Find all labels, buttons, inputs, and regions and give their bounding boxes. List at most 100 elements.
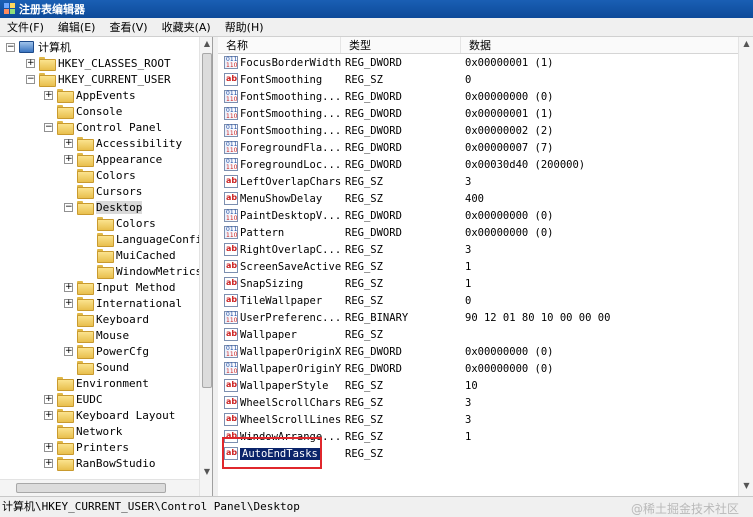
tree-node[interactable]: + HKEY_CLASSES_ROOT — [26, 55, 171, 71]
regedit-icon — [4, 3, 16, 15]
value-row[interactable]: FontSmoothing... REG_DWORD 0x00000000 (0) — [218, 88, 738, 105]
value-row[interactable]: Wallpaper REG_SZ — [218, 326, 738, 343]
value-row[interactable]: WheelScrollLines REG_SZ 3 — [218, 411, 738, 428]
status-bar: 计算机\HKEY_CURRENT_USER\Control Panel\Desk… — [0, 496, 753, 517]
expand-icon[interactable]: + — [44, 458, 53, 468]
tree-node[interactable]: + International — [64, 295, 182, 311]
tree-node[interactable]: Network — [44, 423, 122, 439]
menu-item[interactable]: 编辑(E) — [51, 18, 103, 37]
expand-icon[interactable]: + — [64, 282, 73, 292]
value-list[interactable]: 名称 类型 数据 FocusBorderWidth REG_DWORD 0x0000… — [218, 37, 753, 496]
value-row[interactable]: Pattern REG_DWORD 0x00000000 (0) — [218, 224, 738, 241]
value-row[interactable]: UserPreferenc... REG_BINARY 90 12 01 80 10… — [218, 309, 738, 326]
expand-icon[interactable]: + — [44, 442, 53, 452]
tree-node[interactable]: + EUDC — [44, 391, 103, 407]
value-name: ForegroundLoc... — [240, 158, 341, 171]
value-row[interactable]: TileWallpaper REG_SZ 0 — [218, 292, 738, 309]
value-data: 0x00000000 (0) — [465, 226, 554, 239]
value-row[interactable]: PaintDesktopV... REG_DWORD 0x00000000 (0) — [218, 207, 738, 224]
expand-icon[interactable]: + — [64, 298, 73, 308]
string-value-icon — [224, 192, 238, 205]
tree-hscroll-thumb[interactable] — [16, 483, 166, 493]
value-row[interactable]: ScreenSaveActive REG_SZ 1 — [218, 258, 738, 275]
menu-bar: 文件(F) 编辑(E) 查看(V) 收藏夹(A) 帮助(H) — [0, 18, 753, 37]
expand-icon[interactable]: + — [44, 90, 53, 100]
tree-node[interactable]: Colors — [64, 167, 136, 183]
key-tree[interactable]: + RanBowStudio + Printers Network + Keyboard L… — [0, 37, 213, 496]
tree-node[interactable]: Mouse — [64, 327, 129, 343]
value-row[interactable]: FontSmoothing... REG_DWORD 0x00000001 (1) — [218, 105, 738, 122]
tree-node[interactable]: − Control Panel — [44, 119, 162, 135]
tree-node[interactable]: Keyboard — [64, 311, 149, 327]
tree-node[interactable]: + AppEvents — [44, 87, 136, 103]
menu-item[interactable]: 帮助(H) — [218, 18, 271, 37]
value-row[interactable]: WallpaperOriginY REG_DWORD 0x00000000 (0) — [218, 360, 738, 377]
tree-horizontal-scrollbar[interactable] — [0, 479, 199, 496]
tree-node[interactable]: LanguageConfi — [84, 231, 202, 247]
value-row[interactable]: FocusBorderWidth REG_DWORD 0x00000001 (1) — [218, 54, 738, 71]
value-row[interactable]: RightOverlapC... REG_SZ 3 — [218, 241, 738, 258]
tree-scroll-thumb[interactable] — [202, 53, 212, 388]
menu-item[interactable]: 文件(F) — [0, 18, 51, 37]
tree-node[interactable]: − HKEY_CURRENT_USER — [26, 71, 171, 87]
list-scroll-down-icon[interactable]: ▼ — [739, 479, 753, 493]
value-data: 3 — [465, 396, 472, 409]
column-type[interactable]: 类型 — [341, 37, 461, 53]
menu-item[interactable]: 收藏夹(A) — [155, 18, 218, 37]
scroll-down-icon[interactable]: ▼ — [200, 465, 212, 479]
tree-node-label: RanBowStudio — [76, 456, 156, 470]
value-row[interactable]: WallpaperOriginX REG_DWORD 0x00000000 (0) — [218, 343, 738, 360]
folder-icon — [77, 345, 94, 359]
tree-node[interactable]: + Printers — [44, 439, 129, 455]
tree-node[interactable]: + Keyboard Layout — [44, 407, 175, 423]
value-row[interactable]: FontSmoothing REG_SZ 0 — [218, 71, 738, 88]
tree-node[interactable]: Sound — [64, 359, 129, 375]
tree-node[interactable]: − Desktop — [64, 199, 143, 215]
collapse-icon[interactable]: − — [6, 42, 15, 52]
scroll-up-icon[interactable]: ▲ — [200, 37, 212, 51]
tree-node[interactable]: Environment — [44, 375, 149, 391]
menu-item[interactable]: 查看(V) — [102, 18, 154, 37]
expand-icon[interactable]: + — [44, 410, 53, 420]
expand-icon[interactable]: + — [26, 58, 35, 68]
value-row[interactable]: MenuShowDelay REG_SZ 400 — [218, 190, 738, 207]
value-name-cell: FontSmoothing — [218, 73, 341, 86]
list-scroll-up-icon[interactable]: ▲ — [739, 37, 753, 51]
tree-node[interactable]: + RanBowStudio — [44, 455, 155, 471]
value-row[interactable]: LeftOverlapChars REG_SZ 3 — [218, 173, 738, 190]
tree-node[interactable]: + Accessibility — [64, 135, 182, 151]
tree-node[interactable]: − 计算机 — [6, 39, 71, 55]
tree-node[interactable]: Cursors — [64, 183, 142, 199]
list-vertical-scrollbar[interactable]: ▲ ▼ — [738, 37, 753, 496]
tree-node[interactable]: Colors — [84, 215, 156, 231]
collapse-icon[interactable]: − — [44, 122, 53, 132]
collapse-icon[interactable]: − — [64, 202, 73, 212]
expand-icon[interactable]: + — [64, 138, 73, 148]
value-name-cell: FontSmoothing... — [218, 124, 341, 137]
value-row[interactable]: WallpaperStyle REG_SZ 10 — [218, 377, 738, 394]
tree-node[interactable]: WindowMetrics — [84, 263, 202, 279]
value-name: SnapSizing — [240, 277, 304, 290]
tree-vertical-scrollbar[interactable]: ▲ ▼ — [199, 37, 212, 496]
tree-node[interactable]: + Input Method — [64, 279, 175, 295]
tree-node[interactable]: MuiCached — [84, 247, 176, 263]
value-row[interactable]: WheelScrollChars REG_SZ 3 — [218, 394, 738, 411]
column-data[interactable]: 数据 — [461, 37, 741, 53]
tree-node[interactable]: + Appearance — [64, 151, 162, 167]
value-row[interactable]: ForegroundLoc... REG_DWORD 0x00030d40 (200… — [218, 156, 738, 173]
value-row[interactable]: ForegroundFla... REG_DWORD 0x00000007 (7) — [218, 139, 738, 156]
column-name[interactable]: 名称 — [218, 37, 341, 53]
value-name-cell: LeftOverlapChars — [218, 175, 341, 188]
tree-node[interactable]: Console — [44, 103, 122, 119]
collapse-icon[interactable]: − — [26, 74, 35, 84]
expand-icon[interactable]: + — [44, 394, 53, 404]
value-data: 0x00000001 (1) — [465, 107, 554, 120]
expand-icon[interactable]: + — [64, 346, 73, 356]
value-row[interactable]: SnapSizing REG_SZ 1 — [218, 275, 738, 292]
watermark: @稀土掘金技术社区 — [630, 502, 739, 516]
value-type: REG_BINARY — [345, 311, 409, 324]
expand-icon[interactable]: + — [64, 154, 73, 164]
tree-node[interactable]: + PowerCfg — [64, 343, 149, 359]
value-row[interactable]: FontSmoothing... REG_DWORD 0x00000002 (2) — [218, 122, 738, 139]
